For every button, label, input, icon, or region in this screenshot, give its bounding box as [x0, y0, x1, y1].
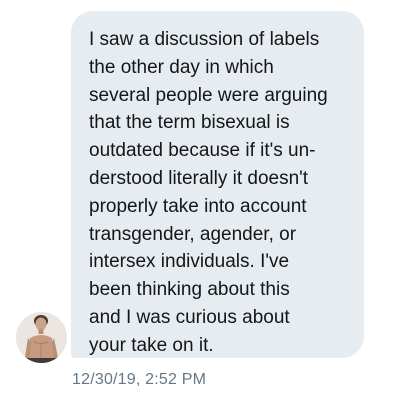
- message-text: I saw a discussion of labels the other d…: [89, 29, 328, 356]
- message-bubble[interactable]: I saw a discussion of labels the other d…: [71, 11, 364, 358]
- sender-avatar[interactable]: [16, 312, 67, 363]
- message-timestamp: 12/30/19, 2:52 PM: [72, 371, 207, 388]
- message-row: I saw a discussion of labels the other d…: [0, 0, 404, 401]
- avatar-photo-icon: [16, 312, 67, 363]
